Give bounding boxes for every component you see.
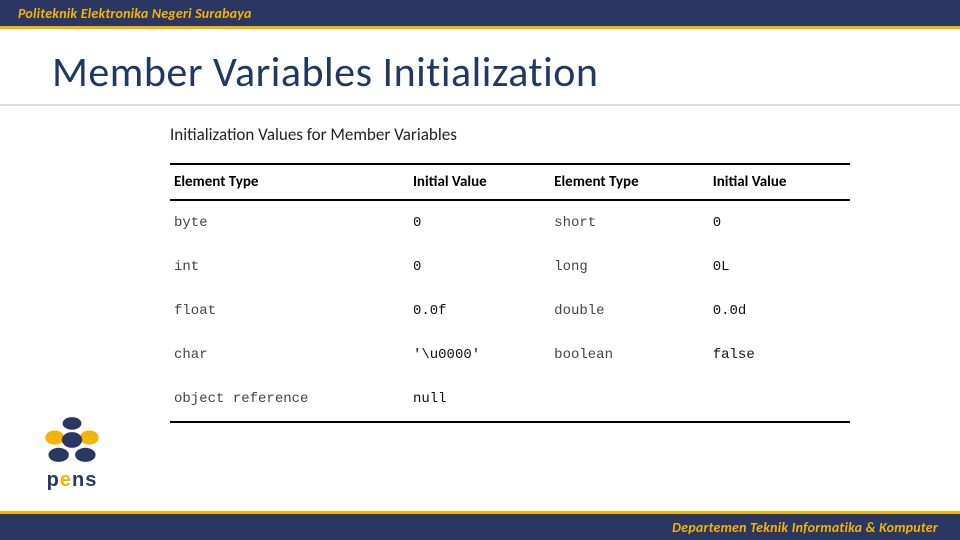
table-row: float 0.0f double 0.0d (170, 289, 850, 333)
page-title: Member Variables Initialization (52, 47, 960, 98)
value-cell: false (709, 333, 850, 377)
table-row: char '\u0000' boolean false (170, 333, 850, 377)
value-cell: 0 (709, 200, 850, 245)
logo-letters-ns: ns (72, 469, 97, 491)
table-caption: Initialization Values for Member Variabl… (170, 124, 850, 145)
value-cell: 0L (709, 245, 850, 289)
header-divider (0, 26, 960, 29)
value-cell: 0 (409, 200, 550, 245)
col-header-element-type-2: Element Type (550, 164, 709, 200)
type-cell: float (170, 289, 409, 333)
type-cell: double (550, 289, 709, 333)
value-cell: 0.0f (409, 289, 550, 333)
header-bar: Politeknik Elektronika Negeri Surabaya (0, 0, 960, 26)
value-cell (709, 377, 850, 422)
table-row: int 0 long 0L (170, 245, 850, 289)
logo-letter-p: p (47, 469, 60, 491)
table-header-row: Element Type Initial Value Element Type … (170, 164, 850, 200)
pens-logo-icon (32, 414, 112, 469)
logo-letter-e: e (60, 469, 72, 491)
col-header-initial-value-2: Initial Value (709, 164, 850, 200)
department-name: Departemen Teknik Informatika & Komputer (672, 519, 938, 536)
type-cell: object reference (170, 377, 409, 422)
col-header-initial-value-1: Initial Value (409, 164, 550, 200)
type-cell: long (550, 245, 709, 289)
title-underline (0, 104, 960, 106)
type-cell: boolean (550, 333, 709, 377)
type-cell: char (170, 333, 409, 377)
table-row: object reference null (170, 377, 850, 422)
value-cell: null (409, 377, 550, 422)
type-cell: byte (170, 200, 409, 245)
col-header-element-type-1: Element Type (170, 164, 409, 200)
value-cell: '\u0000' (409, 333, 550, 377)
pens-logo: pens (22, 414, 122, 504)
pens-logo-text: pens (47, 469, 98, 492)
table-row: byte 0 short 0 (170, 200, 850, 245)
init-values-table: Element Type Initial Value Element Type … (170, 163, 850, 423)
value-cell: 0 (409, 245, 550, 289)
value-cell: 0.0d (709, 289, 850, 333)
institution-name: Politeknik Elektronika Negeri Surabaya (18, 5, 252, 22)
type-cell: short (550, 200, 709, 245)
footer-bar: Departemen Teknik Informatika & Komputer (0, 514, 960, 540)
type-cell: int (170, 245, 409, 289)
type-cell (550, 377, 709, 422)
content-area: Initialization Values for Member Variabl… (170, 124, 850, 423)
